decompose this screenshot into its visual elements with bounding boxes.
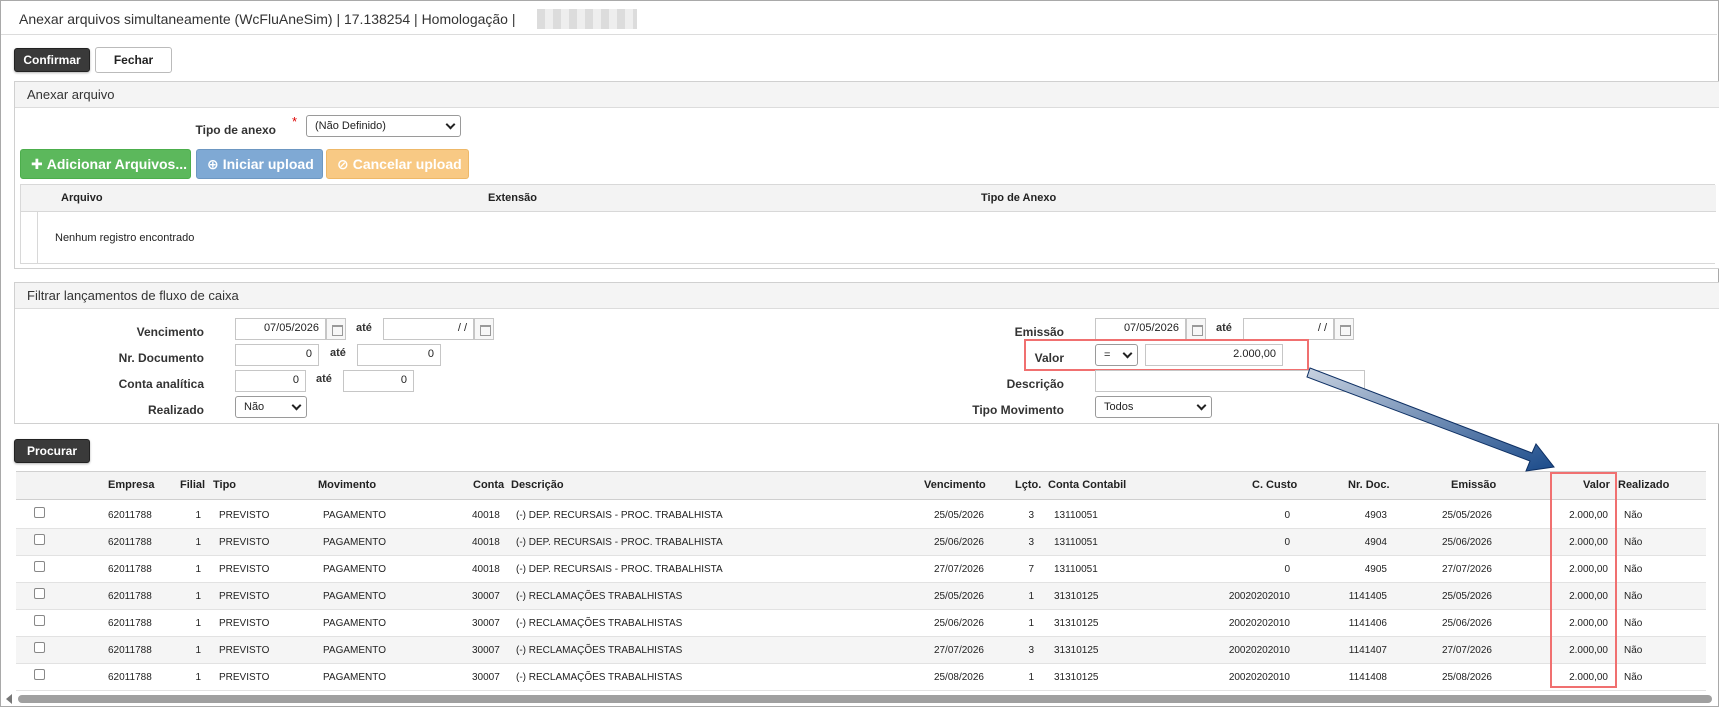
horizontal-scrollbar[interactable] [6,694,1716,704]
scrollbar-thumb[interactable] [18,695,1712,703]
annotation-arrow [1306,367,1555,472]
arrow-left-icon[interactable] [6,694,12,704]
